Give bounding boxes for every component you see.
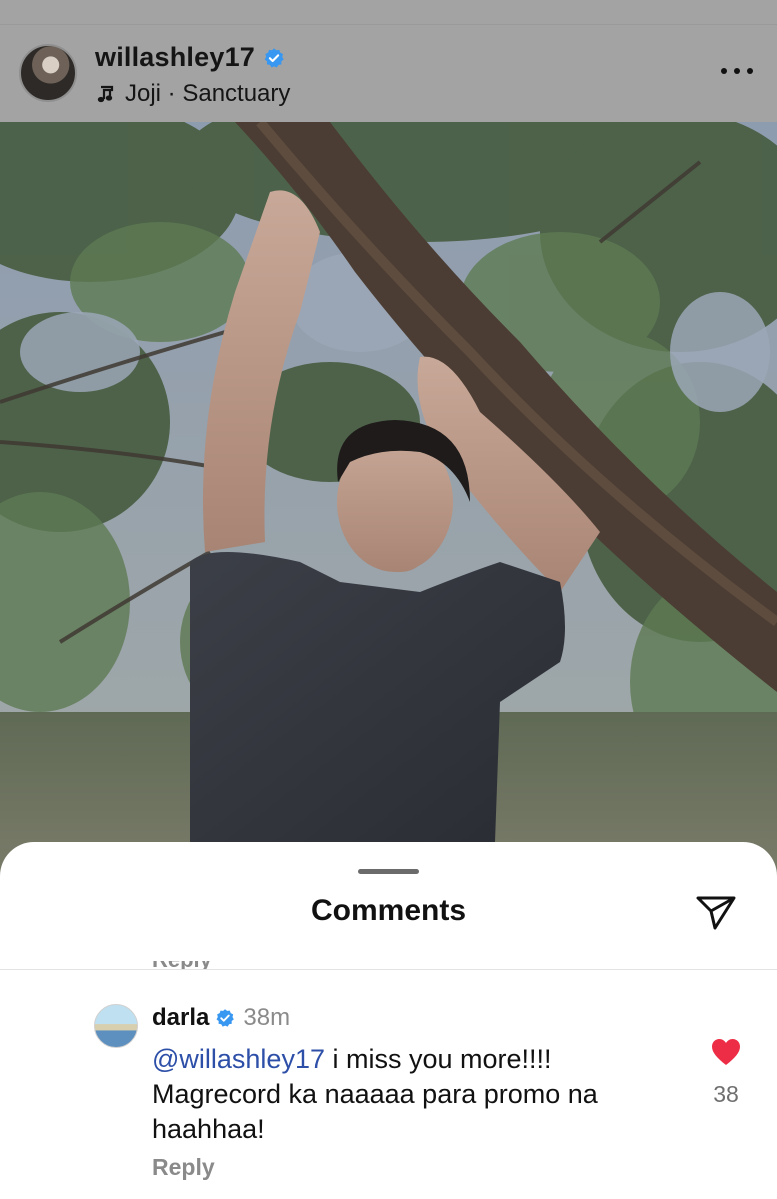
commenter-username[interactable]: darla: [152, 1004, 209, 1032]
music-note-icon: [97, 85, 114, 103]
music-row[interactable]: Joji · Sanctuary: [95, 80, 290, 108]
comment-header: darla 38m: [152, 1004, 290, 1032]
photo-illustration: [0, 122, 777, 882]
author-row: willashley17: [95, 42, 285, 73]
commenter-avatar[interactable]: [94, 1004, 138, 1048]
status-area: [0, 0, 777, 24]
previous-reply-link[interactable]: Reply: [152, 961, 272, 969]
post-header: willashley17 Joji · Sanctuary: [0, 24, 777, 122]
verified-badge-icon: [216, 1009, 235, 1027]
music-label: Joji · Sanctuary: [125, 80, 291, 107]
sheet-drag-handle[interactable]: [358, 869, 419, 874]
verified-badge-icon: [264, 47, 284, 67]
comment-text: @willashley17 i miss you more!!!! Magrec…: [152, 1042, 672, 1147]
sheet-divider: [0, 969, 777, 970]
post-photo[interactable]: [0, 122, 777, 882]
sheet-title: Comments: [310, 894, 467, 927]
more-options-icon[interactable]: [721, 63, 753, 79]
author-avatar[interactable]: [19, 44, 77, 102]
like-count: 38: [713, 1081, 739, 1107]
comment-mention[interactable]: @willashley17: [152, 1044, 325, 1074]
reply-button[interactable]: Reply: [152, 1154, 215, 1181]
paper-plane-icon[interactable]: [694, 892, 738, 932]
comment-timestamp: 38m: [243, 1004, 291, 1031]
author-username[interactable]: willashley17: [95, 42, 255, 73]
heart-icon[interactable]: [711, 1038, 741, 1066]
